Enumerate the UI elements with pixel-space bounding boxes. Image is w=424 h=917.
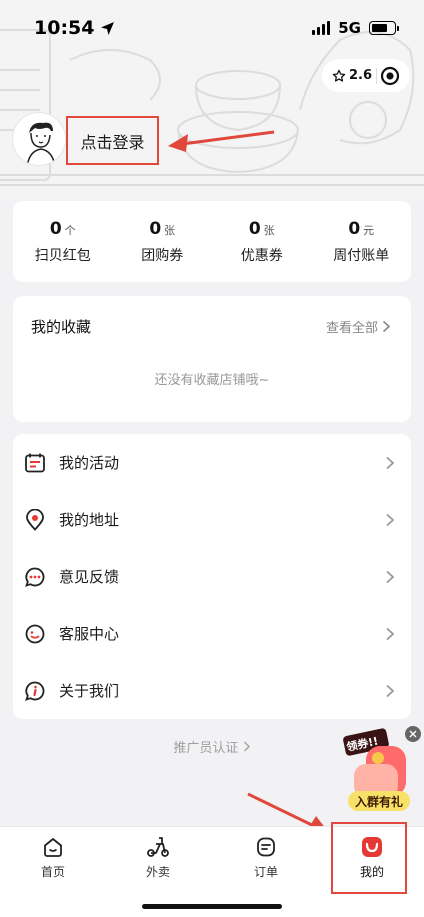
stat-unit: 张 [263, 223, 275, 237]
info-icon [23, 679, 47, 703]
chevron-right-icon [386, 456, 395, 469]
menu-item-label: 客服中心 [59, 625, 120, 643]
close-promo-button[interactable] [405, 726, 421, 742]
home-icon [41, 835, 65, 859]
menu-item-customer-service[interactable]: 客服中心 [13, 605, 411, 662]
location-arrow-icon [101, 21, 115, 35]
tab-label: 首页 [40, 865, 65, 879]
status-time-text: 10:54 [34, 17, 95, 39]
stat-value: 0 [149, 218, 162, 239]
favorites-title: 我的收藏 [31, 318, 92, 336]
annotation-box-mine-tab [331, 822, 407, 894]
menu-item-label: 我的地址 [59, 511, 120, 529]
record-target-icon[interactable] [380, 66, 400, 86]
menu-item-label: 关于我们 [59, 682, 120, 700]
menu-item-my-activities[interactable]: 我的活动 [13, 434, 411, 491]
view-all-favorites-link[interactable]: 查看全部 [326, 317, 391, 336]
avatar[interactable] [12, 112, 66, 166]
close-icon [409, 730, 417, 738]
stat-label: 周付账单 [333, 247, 390, 264]
menu-item-label: 我的活动 [59, 454, 120, 472]
stat-unit: 个 [64, 223, 76, 237]
tab-label: 订单 [253, 865, 278, 879]
star-outline-icon [332, 69, 346, 82]
stat-label: 团购券 [141, 247, 184, 264]
network-type: 5G [338, 19, 361, 37]
menu-item-label: 意见反馈 [59, 568, 120, 586]
status-indicators: 5G [312, 19, 399, 37]
tab-orders[interactable]: 订单 [226, 835, 306, 880]
capsule-divider [375, 67, 377, 84]
battery-icon [369, 21, 399, 35]
mini-program-capsule: 2.6 [322, 59, 410, 92]
stat-label: 扫贝红包 [34, 247, 91, 264]
chevron-right-icon [382, 320, 391, 333]
calendar-icon [23, 451, 47, 475]
chevron-right-icon [386, 570, 395, 583]
join-group-gift-tag[interactable]: 入群有礼 [348, 791, 410, 811]
stat-red-packets[interactable]: 0个 扫贝红包 [13, 201, 113, 282]
menu-item-feedback[interactable]: 意见反馈 [13, 548, 411, 605]
favorites-empty-text: 还没有收藏店铺哦~ [154, 373, 270, 388]
menu-list-card: 我的活动 我的地址 意见反馈 客服中心 关于我们 [13, 434, 411, 719]
menu-item-my-address[interactable]: 我的地址 [13, 491, 411, 548]
chevron-right-icon [243, 741, 250, 752]
feedback-bubble-icon [23, 565, 47, 589]
stat-weekly-bill[interactable]: 0元 周付账单 [312, 201, 412, 282]
view-all-label: 查看全部 [325, 321, 378, 336]
coupon-badge-text: 领券!! [344, 734, 379, 755]
chevron-right-icon [386, 684, 395, 697]
stat-group-coupons[interactable]: 0张 团购券 [113, 201, 213, 282]
chevron-right-icon [386, 513, 395, 526]
menu-item-about-us[interactable]: 关于我们 [13, 662, 411, 719]
tab-delivery[interactable]: 外卖 [118, 835, 198, 880]
cellular-signal-icon [312, 21, 331, 35]
tab-label: 外卖 [145, 865, 170, 879]
promoter-label: 推广员认证 [173, 741, 239, 756]
chevron-right-icon [386, 627, 395, 640]
rating-value: 2.6 [349, 68, 373, 83]
stat-label: 优惠券 [240, 247, 283, 264]
status-time: 10:54 [34, 17, 115, 39]
customer-service-icon [23, 622, 47, 646]
stat-value: 0 [248, 218, 261, 239]
orders-icon [254, 835, 278, 859]
delivery-scooter-icon [146, 835, 170, 859]
stat-value: 0 [348, 218, 361, 239]
status-bar: 10:54 5G [0, 0, 424, 56]
home-indicator [142, 904, 282, 909]
stat-discount-coupons[interactable]: 0张 优惠券 [212, 201, 312, 282]
rating-button[interactable]: 2.6 [332, 68, 372, 83]
stat-unit: 元 [363, 223, 375, 237]
wallet-stats-card: 0个 扫贝红包 0张 团购券 0张 优惠券 0元 周付账单 [13, 201, 411, 282]
login-button[interactable]: 点击登录 [66, 116, 159, 165]
location-pin-icon [23, 508, 47, 532]
tab-home[interactable]: 首页 [13, 835, 93, 880]
favorites-card: 我的收藏 查看全部 还没有收藏店铺哦~ [13, 296, 411, 422]
default-avatar-illustration [26, 122, 56, 165]
stat-unit: 张 [164, 223, 176, 237]
stat-value: 0 [49, 218, 62, 239]
